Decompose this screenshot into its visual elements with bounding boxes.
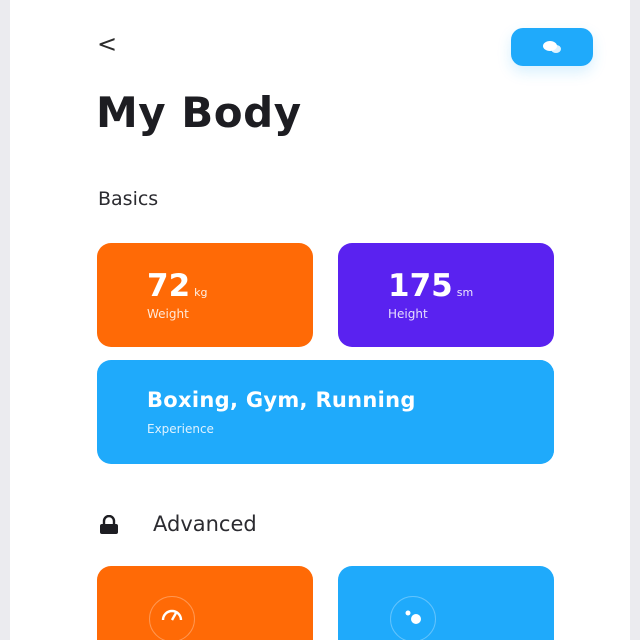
weight-value: 72 kg (147, 268, 208, 304)
page-title: My Body (96, 88, 302, 137)
height-card[interactable]: 175 sm Height (338, 243, 554, 347)
back-arrow-icon: < (97, 30, 118, 58)
lock-icon (100, 515, 118, 534)
screen: < My Body Basics 72 kg Weight 175 sm Heigh… (10, 0, 630, 640)
advanced-card-right[interactable] (338, 566, 554, 640)
experience-card[interactable]: Boxing, Gym, Running Experience (97, 360, 554, 464)
height-number: 175 (388, 268, 453, 304)
weight-number: 72 (147, 268, 191, 304)
molecule-icon-ring (390, 596, 436, 640)
gauge-icon-ring (149, 596, 195, 640)
gauge-icon (161, 609, 183, 621)
chat-button[interactable] (511, 28, 593, 66)
height-value: 175 sm (388, 268, 473, 304)
weight-card[interactable]: 72 kg Weight (97, 243, 313, 347)
advanced-heading: Advanced (153, 512, 257, 536)
weight-unit: kg (194, 286, 208, 299)
chat-icon (543, 41, 561, 53)
experience-fade (464, 360, 554, 464)
height-unit: sm (456, 286, 474, 299)
molecule-icon (405, 610, 421, 624)
basics-heading: Basics (98, 188, 159, 210)
advanced-card-left[interactable] (97, 566, 313, 640)
weight-label: Weight (147, 307, 189, 321)
back-button[interactable]: < (97, 26, 137, 62)
experience-value: Boxing, Gym, Running (147, 388, 416, 412)
experience-label: Experience (147, 422, 214, 436)
height-label: Height (388, 307, 428, 321)
